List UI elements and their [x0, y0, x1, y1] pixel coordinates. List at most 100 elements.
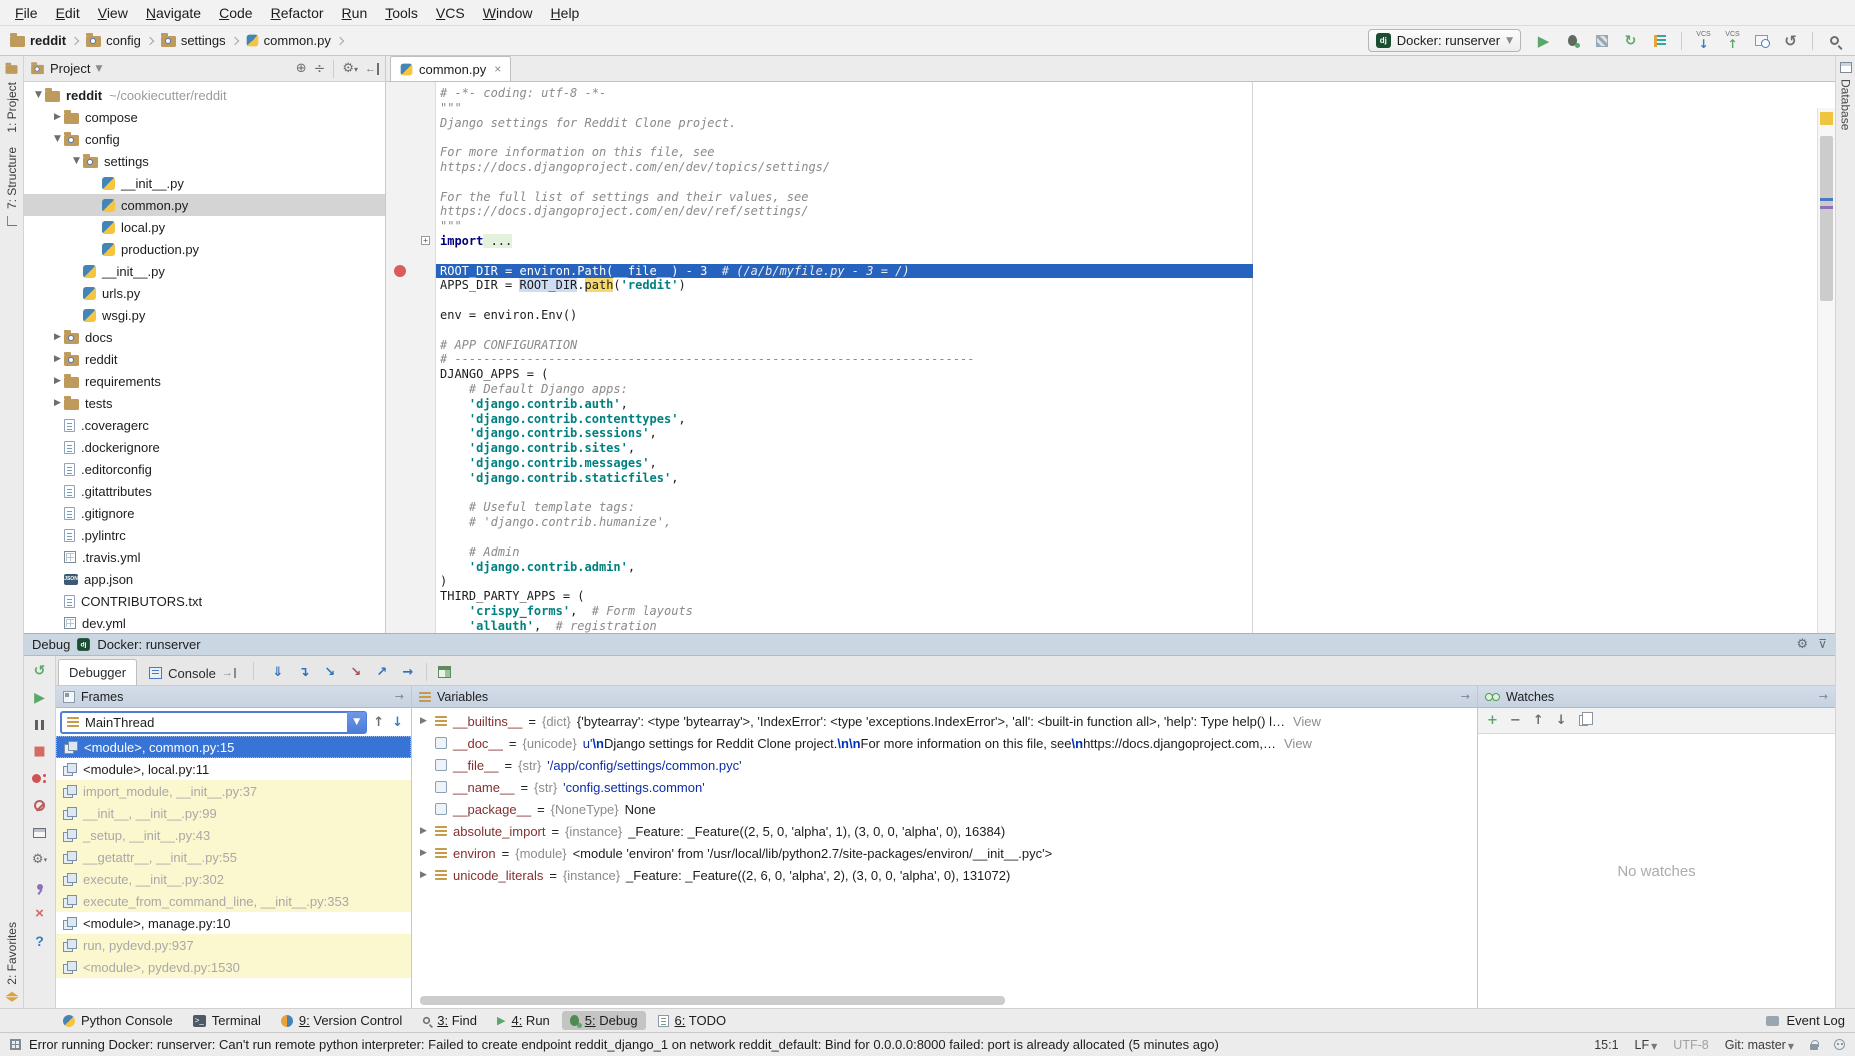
vcs-update-button[interactable]: VCS↓	[1691, 29, 1716, 53]
close-tab-icon[interactable]: ×	[494, 62, 501, 76]
run-with-coverage-button[interactable]	[1589, 29, 1614, 53]
tree-item-app-json[interactable]: JSONapp.json	[24, 568, 385, 590]
menu-run[interactable]: Run	[333, 3, 377, 23]
tool-stripe-database[interactable]: Database	[1839, 79, 1853, 130]
debug-button[interactable]	[1560, 29, 1585, 53]
concurrency-diagram-button[interactable]	[1647, 29, 1672, 53]
menu-window[interactable]: Window	[474, 3, 542, 23]
event-log-button[interactable]: Event Log	[1766, 1013, 1845, 1028]
step-out-button[interactable]: ↗	[371, 662, 393, 682]
menu-code[interactable]: Code	[210, 3, 261, 23]
variable-row-unicode_literals[interactable]: ▶unicode_literals = {instance}_Feature: …	[412, 864, 1477, 886]
watches-float-icon[interactable]: →	[1819, 690, 1828, 703]
tool-tab-3--find[interactable]: 3: Find	[414, 1011, 485, 1030]
resume-button[interactable]: ▶	[29, 688, 51, 707]
view-link[interactable]: View	[1293, 714, 1321, 729]
expand-arrow-icon[interactable]: ▼	[70, 156, 83, 166]
expand-arrow-icon[interactable]: ▶	[51, 376, 64, 386]
frame-row[interactable]: run, pydevd.py:937	[56, 934, 411, 956]
line-separator-widget[interactable]: LF▼	[1635, 1038, 1658, 1052]
copy-icon[interactable]	[1579, 715, 1588, 726]
variable-expand-icon[interactable]: ▶	[418, 716, 429, 726]
move-watch-up-button[interactable]: ↑	[1533, 713, 1544, 728]
move-watch-down-button[interactable]: ↓	[1556, 713, 1567, 728]
expand-arrow-icon[interactable]: ▶	[51, 112, 64, 122]
project-view-select[interactable]: Project ▼	[30, 61, 112, 76]
view-breakpoints-button[interactable]	[29, 769, 51, 788]
show-execution-point-button[interactable]: ⇓	[267, 662, 289, 682]
expand-arrow-icon[interactable]: ▶	[51, 398, 64, 408]
tree-item--coveragerc[interactable]: .coveragerc	[24, 414, 385, 436]
debug-settings-icon[interactable]: ⚙	[1797, 637, 1809, 652]
caret-position-widget[interactable]: 15:1	[1594, 1038, 1618, 1052]
menu-file[interactable]: File	[6, 3, 47, 23]
tree-item--gitattributes[interactable]: .gitattributes	[24, 480, 385, 502]
variable-expand-icon[interactable]: ▶	[418, 870, 429, 880]
expand-arrow-icon[interactable]: ▼	[51, 134, 64, 144]
frames-float-icon[interactable]: →	[395, 690, 404, 703]
lock-icon[interactable]	[1810, 1044, 1818, 1050]
tree-item-urls-py[interactable]: urls.py	[24, 282, 385, 304]
frame-row[interactable]: import_module, __init__.py:37	[56, 780, 411, 802]
evaluate-expression-button[interactable]	[434, 662, 456, 682]
menu-help[interactable]: Help	[542, 3, 589, 23]
tree-item-wsgi-py[interactable]: wsgi.py	[24, 304, 385, 326]
variable-row-__file__[interactable]: __file__ = {str}'/app/config/settings/co…	[412, 754, 1477, 776]
menu-navigate[interactable]: Navigate	[137, 3, 210, 23]
variable-row-__builtins__[interactable]: ▶__builtins__ = {dict}{'bytearray': <typ…	[412, 710, 1477, 732]
tree-item-tests[interactable]: ▶tests	[24, 392, 385, 414]
tab-console[interactable]: Console →	[139, 661, 246, 685]
git-branch-widget[interactable]: Git: master▼	[1725, 1038, 1794, 1052]
menu-vcs[interactable]: VCS	[427, 3, 474, 23]
pin-button[interactable]	[29, 877, 51, 896]
search-everywhere-button[interactable]	[1822, 29, 1847, 53]
gutter-cell[interactable]	[386, 264, 436, 279]
status-message[interactable]: Error running Docker: runserver: Can't r…	[29, 1037, 1219, 1052]
force-step-into-button[interactable]: ↘	[345, 662, 367, 682]
encoding-widget[interactable]: UTF-8	[1673, 1038, 1708, 1052]
ide-face-icon[interactable]	[1834, 1039, 1845, 1050]
tool-tab-python-console[interactable]: Python Console	[55, 1011, 181, 1030]
frame-row[interactable]: __init__, __init__.py:99	[56, 802, 411, 824]
tool-tab-6--todo[interactable]: 6: TODO	[650, 1011, 735, 1030]
variable-row-__doc__[interactable]: __doc__ = {unicode}u'\nDjango settings f…	[412, 732, 1477, 754]
tree-item--travis-yml[interactable]: .travis.yml	[24, 546, 385, 568]
add-watch-button[interactable]: +	[1487, 713, 1498, 728]
close-debug-button[interactable]: ×	[29, 904, 51, 923]
tree-item--pylintrc[interactable]: .pylintrc	[24, 524, 385, 546]
run-to-cursor-button[interactable]: →	[397, 662, 419, 682]
tree-item-settings[interactable]: ▼settings	[24, 150, 385, 172]
expand-arrow-icon[interactable]: ▶	[51, 332, 64, 342]
tool-window-quick-access-icon[interactable]	[10, 1039, 21, 1050]
tool-tab-5--debug[interactable]: 5: Debug	[562, 1011, 646, 1030]
frame-row[interactable]: <module>, common.py:15	[56, 736, 411, 758]
breadcrumb-common-py[interactable]: common.py	[244, 33, 333, 48]
profiler-button[interactable]: ↻	[1618, 29, 1643, 53]
variables-float-icon[interactable]: →	[1461, 690, 1470, 703]
tree-item-CONTRIBUTORS-txt[interactable]: CONTRIBUTORS.txt	[24, 590, 385, 612]
frame-row[interactable]: _setup, __init__.py:43	[56, 824, 411, 846]
frame-row[interactable]: __getattr__, __init__.py:55	[56, 846, 411, 868]
frame-row[interactable]: execute, __init__.py:302	[56, 868, 411, 890]
expand-arrow-icon[interactable]: ▼	[32, 90, 45, 100]
editor-tab-common-py[interactable]: common.py ×	[390, 56, 511, 81]
previous-frame-button[interactable]: ↑	[373, 715, 384, 730]
vcs-commit-button[interactable]: VCS↑	[1720, 29, 1745, 53]
locate-file-button[interactable]: ⊕	[296, 61, 307, 76]
pause-button[interactable]	[29, 715, 51, 734]
tool-tab-9--version-control[interactable]: 9: Version Control	[273, 1011, 410, 1030]
hide-panel-button[interactable]: ←	[365, 63, 379, 75]
variable-expand-icon[interactable]: ▶	[418, 826, 429, 836]
thread-selector[interactable]: MainThread ▼	[60, 711, 367, 734]
frame-row[interactable]: <module>, local.py:11	[56, 758, 411, 780]
variables-horizontal-scrollbar[interactable]	[420, 996, 1005, 1005]
recent-changes-button[interactable]	[1749, 29, 1774, 53]
step-over-button[interactable]: ↴	[293, 662, 315, 682]
revert-button[interactable]: ↺	[1778, 29, 1803, 53]
tree-item-reddit[interactable]: ▶reddit	[24, 348, 385, 370]
variable-expand-icon[interactable]: ▶	[418, 848, 429, 858]
frame-row[interactable]: <module>, pydevd.py:1530	[56, 956, 411, 978]
help-button[interactable]: ?	[29, 931, 51, 950]
expand-arrow-icon[interactable]: ▶	[51, 354, 64, 364]
frame-row[interactable]: <module>, manage.py:10	[56, 912, 411, 934]
